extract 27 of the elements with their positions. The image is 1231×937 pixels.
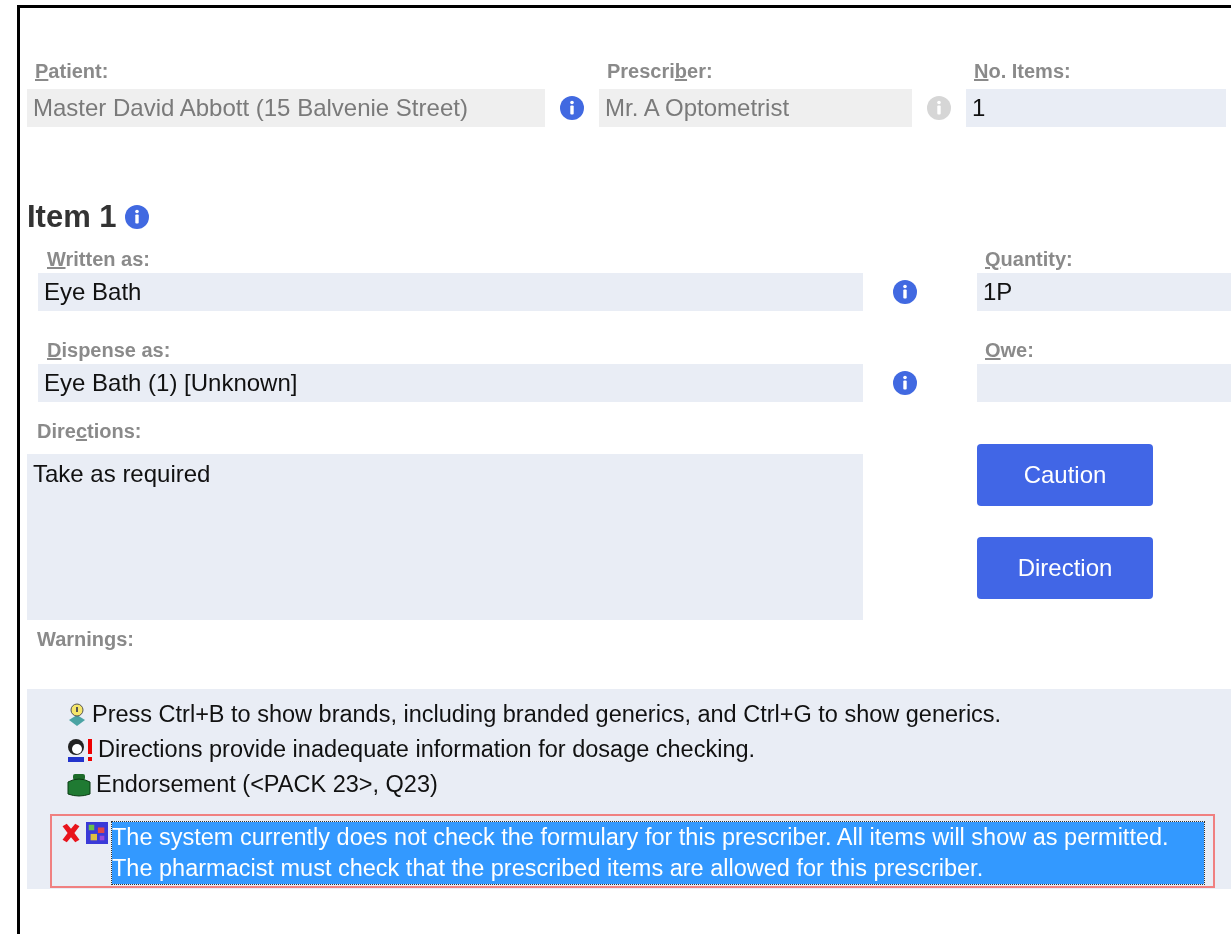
info-icon[interactable] — [124, 205, 149, 229]
person-alert-icon — [65, 736, 95, 763]
text-field[interactable]: Eye Bath (1) [Unknown] — [38, 364, 863, 402]
field-label: Quantity: — [985, 248, 1074, 268]
text-field[interactable]: 1 — [966, 89, 1226, 127]
item-heading: Item 1 — [27, 199, 117, 235]
field-label: Prescriber: — [607, 60, 714, 80]
error-icon — [60, 822, 82, 844]
field-label: Dispense as: — [47, 339, 172, 359]
text-field[interactable]: 1P — [977, 273, 1231, 311]
pattern-icon — [86, 822, 108, 844]
warning-text[interactable]: Directions provide inadequate information for dosage checking. — [98, 736, 756, 763]
field-label: Written as: — [47, 248, 151, 268]
field-label: Directions: — [37, 420, 143, 440]
text-area[interactable]: Take as required — [27, 454, 863, 620]
field-label: No. Items: — [974, 60, 1072, 80]
warning-text[interactable]: Press Ctrl+B to show brands, including branded generics, and Ctrl+G to show generics. — [92, 701, 1002, 728]
action-button[interactable]: Caution — [977, 444, 1153, 506]
text-field[interactable]: Eye Bath — [38, 273, 863, 311]
field-label: Owe: — [985, 339, 1035, 359]
info-icon[interactable] — [893, 371, 917, 395]
info-icon[interactable] — [893, 280, 917, 304]
field-label: Patient: — [35, 60, 110, 80]
warning-text[interactable]: Endorsement (<PACK 23>, Q23) — [96, 771, 438, 798]
section-label: Warnings: — [37, 628, 136, 651]
action-button[interactable]: Direction — [977, 537, 1153, 599]
pot-icon — [65, 771, 93, 798]
